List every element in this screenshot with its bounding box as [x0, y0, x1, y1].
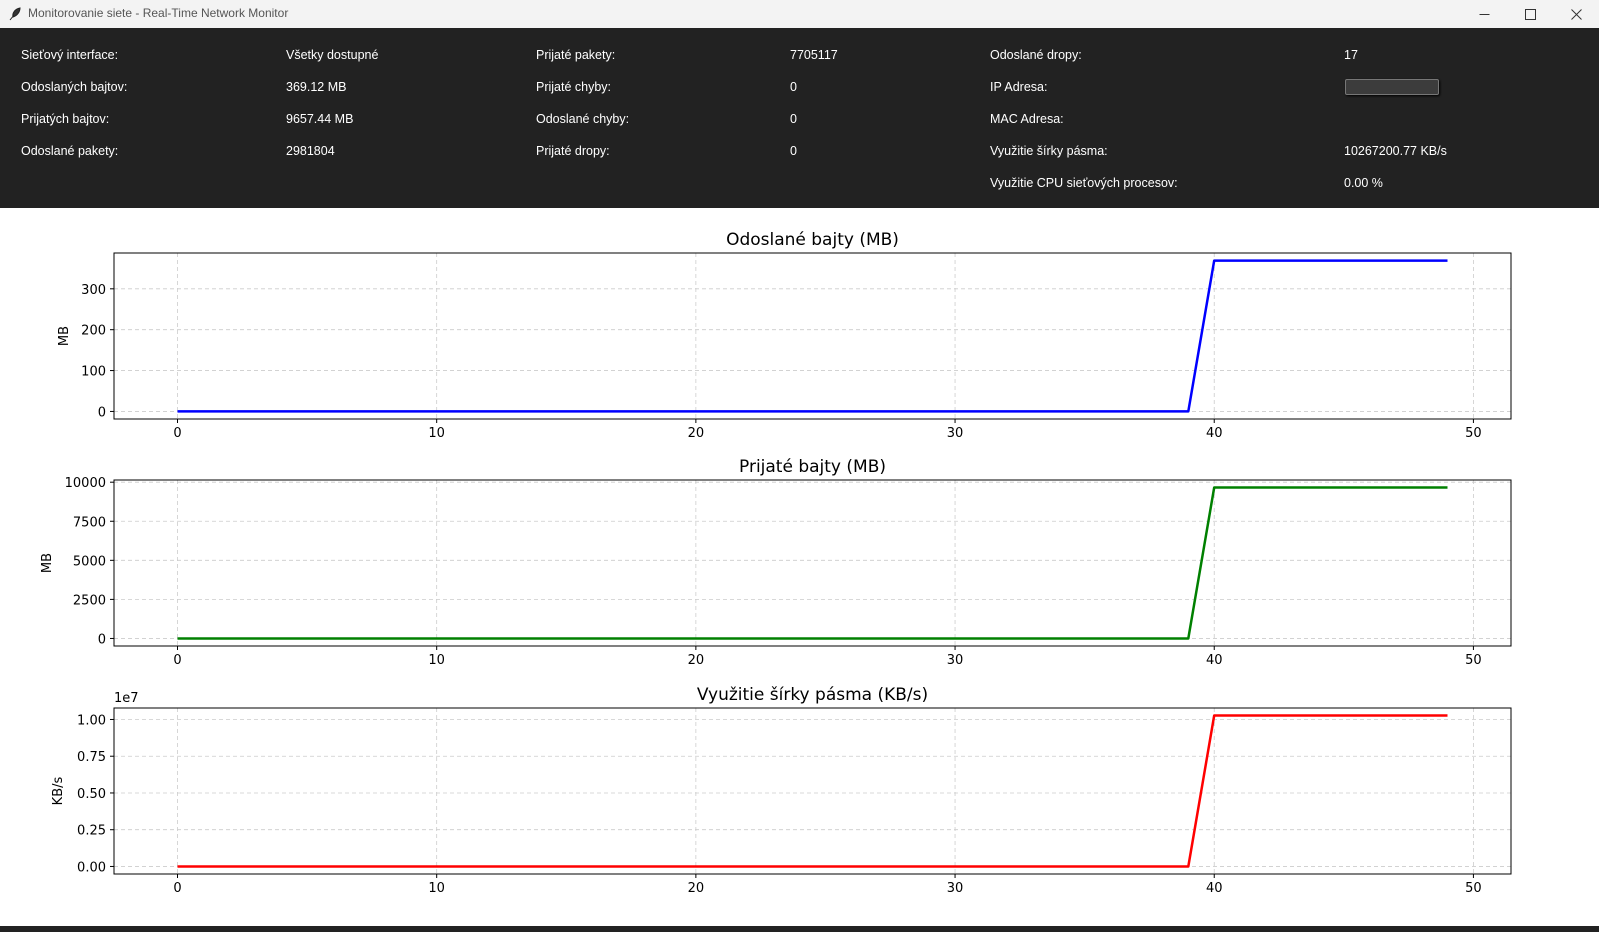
y-tick-label: 0.50	[77, 787, 106, 802]
x-tick-label: 10	[428, 653, 445, 668]
y-tick-label: 10000	[65, 476, 106, 491]
chart-3: 0 10 20 30 40 50 0.00 0.25 0.50 0.75 1.00 1e7 Využit…	[51, 685, 1512, 896]
y-tick-label: 0	[98, 632, 106, 647]
y-tick-label: 5000	[73, 554, 106, 569]
chart-1: 0 10 20 30 40 50 0 100 200 300 Odoslané bajty (MB)…	[57, 230, 1512, 441]
y-tick-label: 2500	[73, 593, 106, 608]
y-axis-label: MB	[57, 326, 72, 346]
x-tick-label: 0	[173, 653, 181, 668]
x-tick-label: 20	[688, 426, 705, 441]
axes-frame	[113, 252, 1512, 420]
chart-title: Prijaté bajty (MB)	[739, 457, 886, 477]
x-tick-label: 40	[1206, 881, 1223, 896]
y-axis-label: MB	[40, 553, 55, 573]
chart-title: Využitie šírky pásma (KB/s)	[697, 685, 928, 705]
axes-frame	[113, 479, 1512, 647]
y-offset-label: 1e7	[114, 691, 139, 706]
series-line	[177, 259, 1448, 413]
window-bottom-edge	[0, 926, 1599, 932]
series-line	[177, 486, 1448, 640]
y-tick-label: 7500	[73, 515, 106, 530]
x-tick-label: 40	[1206, 426, 1223, 441]
x-tick-label: 10	[428, 881, 445, 896]
y-tick-label: 1.00	[77, 713, 106, 728]
x-tick-label: 30	[947, 881, 964, 896]
x-tick-label: 0	[173, 881, 181, 896]
charts-area: 0 10 20 30 40 500100200300Odoslané bajty (MB)…	[40, 230, 1512, 896]
chart-2: 0 10 20 30 40 50 0 2500 5000 7500 10000 Prijaté baj…	[40, 457, 1512, 668]
x-tick-label: 50	[1465, 881, 1482, 896]
x-tick-label: 30	[947, 653, 964, 668]
x-tick-label: 20	[688, 881, 705, 896]
y-tick-label: 100	[81, 365, 106, 380]
y-tick-label: 200	[81, 324, 106, 339]
series-line	[177, 714, 1448, 868]
x-tick-label: 30	[947, 426, 964, 441]
x-tick-label: 50	[1465, 426, 1482, 441]
y-tick-label: 0.25	[77, 824, 106, 839]
axes-frame	[113, 707, 1512, 875]
x-tick-label: 40	[1206, 653, 1223, 668]
x-tick-label: 10	[428, 426, 445, 441]
x-tick-label: 0	[173, 426, 181, 441]
y-tick-label: 0.00	[77, 860, 106, 875]
y-tick-label: 0	[98, 405, 106, 420]
y-axis-label: KB/s	[51, 776, 66, 805]
y-tick-label: 0.75	[77, 750, 106, 765]
x-tick-label: 20	[688, 653, 705, 668]
x-tick-label: 50	[1465, 653, 1482, 668]
chart-title: Odoslané bajty (MB)	[726, 230, 899, 250]
y-tick-label: 300	[81, 283, 106, 298]
